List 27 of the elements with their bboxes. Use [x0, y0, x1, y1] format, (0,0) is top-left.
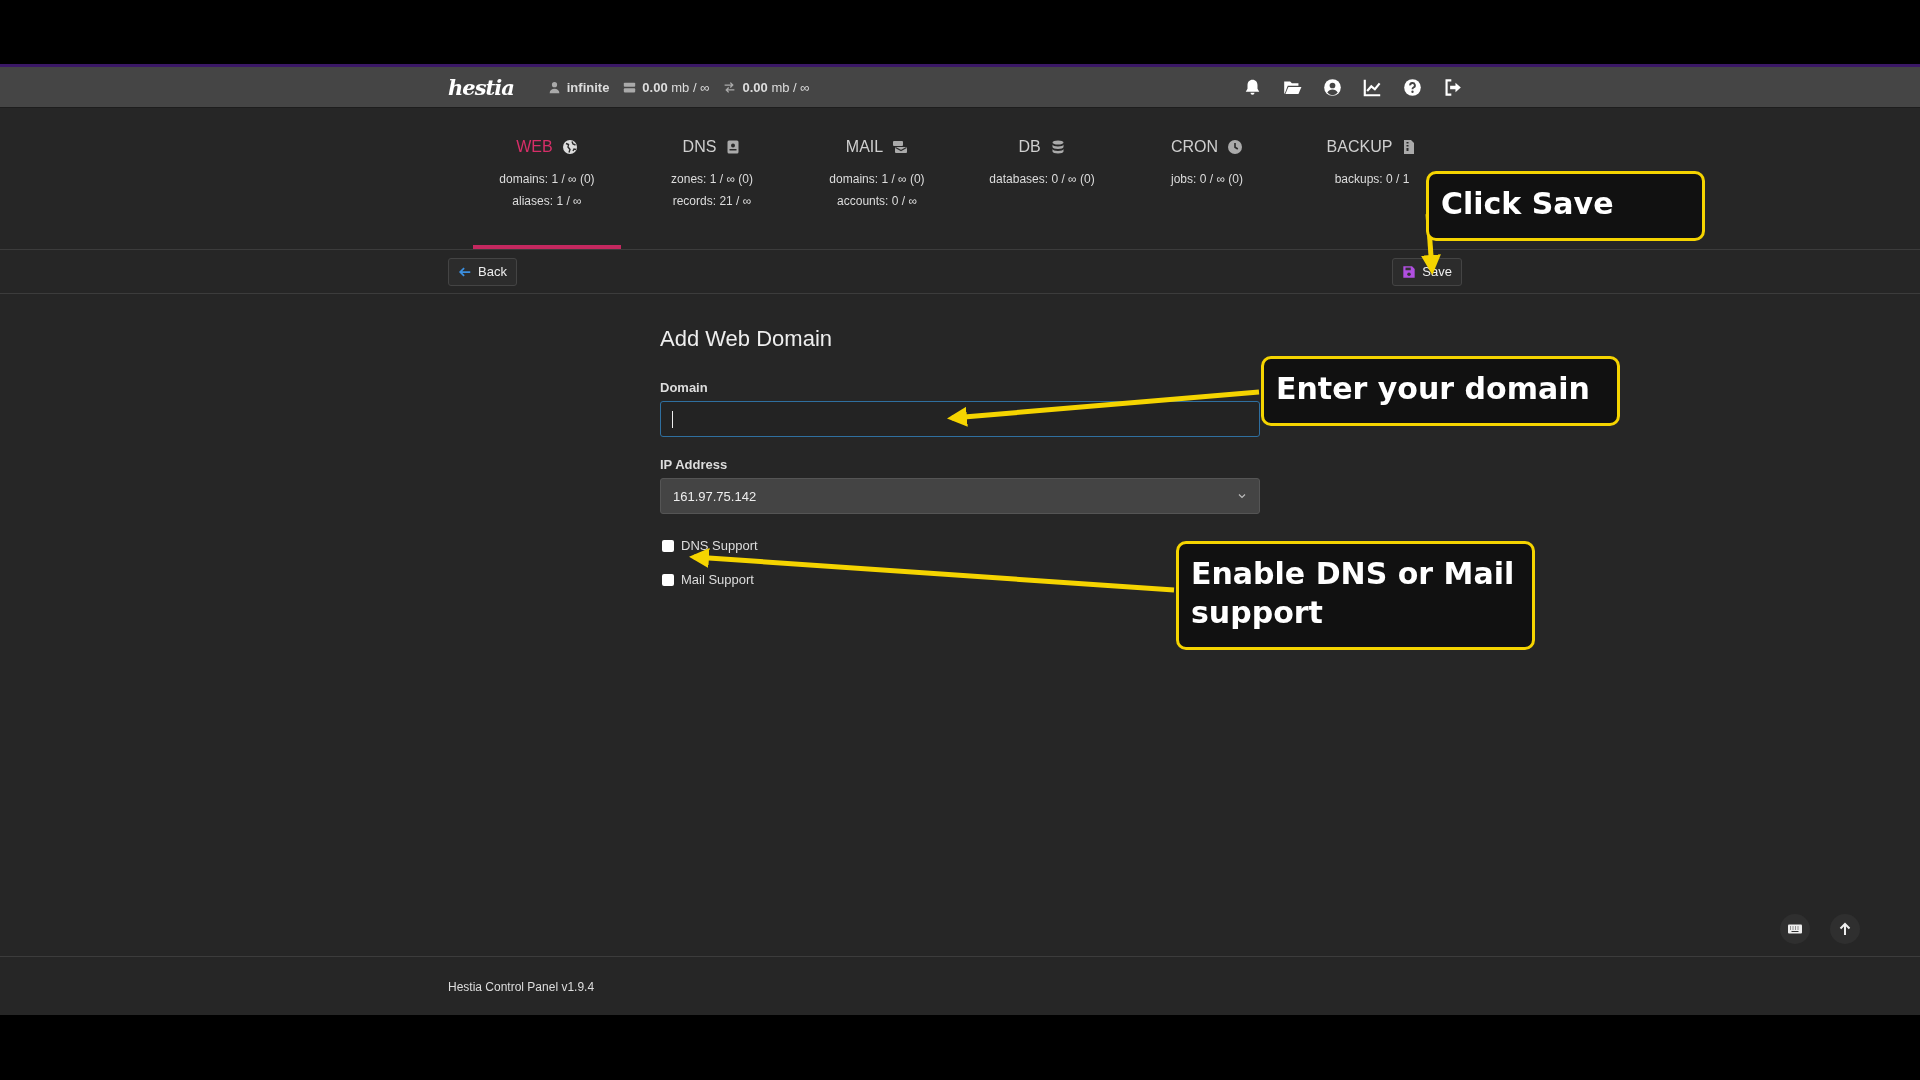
tab-label: WEB — [516, 138, 553, 156]
callout-tooltip: Enter your domain — [1261, 356, 1620, 426]
tab-stat: accounts: 0 / ∞ — [837, 193, 917, 210]
footer-text: Hestia Control Panel v1.9.4 — [448, 980, 595, 994]
tab-stat: records: 21 / ∞ — [672, 193, 752, 210]
tab-stat: aliases: 1 / ∞ — [512, 193, 582, 210]
checkbox-label: Mail Support — [681, 572, 754, 587]
tab-stat: domains: 1 / ∞ (0) — [829, 171, 925, 188]
form-title: Add Web Domain — [660, 326, 833, 352]
tab-label: DNS — [682, 138, 717, 156]
callout-tooltip: Enable DNS or Mail support — [1176, 541, 1535, 650]
callout-tooltip: Click Save — [1426, 171, 1705, 241]
tab-label: CRON — [1170, 138, 1219, 156]
tab-stat: databases: 0 / ∞ (0) — [989, 171, 1095, 188]
tab-label: BACKUP — [1326, 138, 1393, 156]
bandwidth-usage: 0.00 mb / ∞ — [742, 79, 810, 95]
username: infinite — [566, 79, 610, 95]
tab-label: MAIL — [845, 138, 884, 156]
tab-stat: backups: 0 / 1 — [1334, 171, 1410, 188]
tab-label: DB — [1018, 138, 1041, 156]
tab-stat: domains: 1 / ∞ (0) — [499, 171, 595, 188]
checkbox-label: DNS Support — [681, 538, 758, 553]
field-label: IP Address — [660, 457, 729, 472]
tab-stat: jobs: 0 / ∞ (0) — [1171, 171, 1243, 188]
field-label: Domain — [660, 380, 709, 395]
tab-stat: zones: 1 / ∞ (0) — [671, 171, 753, 188]
disk-usage: 0.00 mb / ∞ — [642, 79, 710, 95]
